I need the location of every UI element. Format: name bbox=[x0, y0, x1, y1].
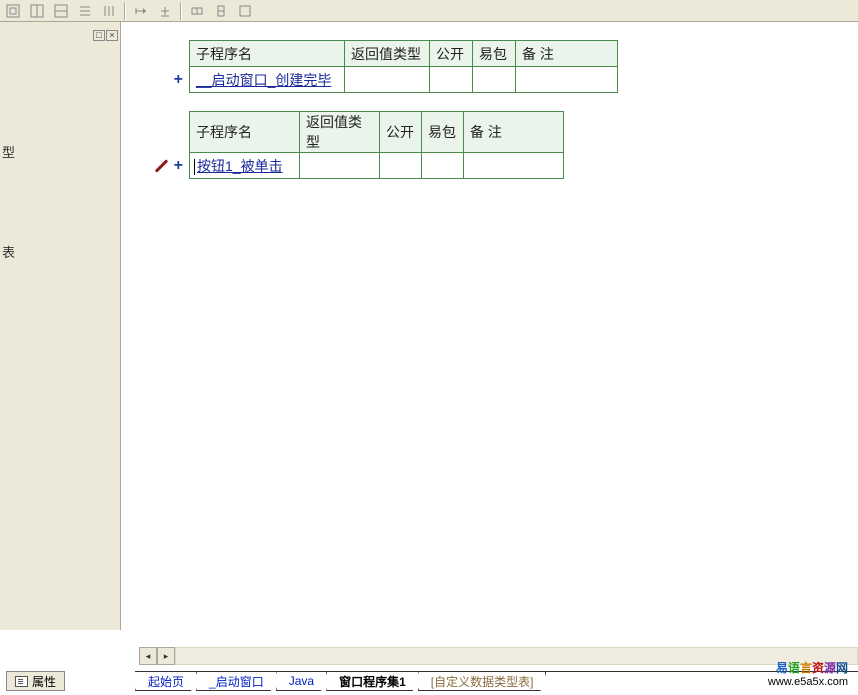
proc-table-1: 子程序名 返回值类型 公开 易包 备 注 __启动窗口_创建完毕 bbox=[189, 40, 618, 93]
tab-start[interactable]: 起始页 bbox=[135, 672, 197, 691]
proc-table-2: 子程序名 返回值类型 公开 易包 备 注 按钮1_被单击 bbox=[189, 111, 564, 179]
left-hint-2: 表 bbox=[2, 242, 15, 261]
toolbar-btn-1[interactable] bbox=[2, 1, 24, 21]
watermark-url: www.e5a5x.com bbox=[768, 675, 848, 689]
col-rettype: 返回值类型 bbox=[300, 112, 380, 153]
toolbar-separator-2 bbox=[180, 2, 182, 20]
cell-rettype[interactable] bbox=[300, 153, 380, 179]
col-public: 公开 bbox=[380, 112, 422, 153]
table-row[interactable]: 按钮1_被单击 bbox=[190, 153, 564, 179]
col-remark: 备 注 bbox=[516, 41, 618, 67]
col-remark: 备 注 bbox=[464, 112, 564, 153]
toolbar bbox=[0, 0, 858, 22]
toolbar-btn-6[interactable] bbox=[130, 1, 152, 21]
watermark: 易语言资源网 www.e5a5x.com bbox=[768, 661, 848, 689]
table-row[interactable]: __启动窗口_创建完毕 bbox=[190, 67, 618, 93]
watermark-text: 易语言资源网 bbox=[768, 661, 848, 675]
toolbar-btn-2[interactable] bbox=[26, 1, 48, 21]
toolbar-btn-8[interactable] bbox=[186, 1, 208, 21]
procedure-table-2: + 子程序名 返回值类型 公开 易包 备 注 按钮1_被单击 bbox=[139, 111, 858, 179]
tab-java[interactable]: Java bbox=[276, 672, 327, 691]
cell-ebag[interactable] bbox=[422, 153, 464, 179]
scroll-right-icon[interactable]: ▸ bbox=[157, 647, 175, 665]
row-icons-1: + bbox=[139, 67, 189, 93]
document-tabs: 起始页 _启动窗口 Java 窗口程序集1 [自定义数据类型表] bbox=[135, 671, 858, 691]
cell-ebag[interactable] bbox=[473, 67, 516, 93]
panel-close-icon[interactable]: × bbox=[106, 30, 118, 41]
property-label: 属性 bbox=[32, 673, 56, 690]
property-icon bbox=[15, 676, 28, 687]
col-name: 子程序名 bbox=[190, 41, 345, 67]
main-area: + 子程序名 返回值类型 公开 易包 备 注 __启动窗口_创建完毕 bbox=[121, 22, 858, 665]
left-panel: □ × 型 表 bbox=[0, 22, 121, 630]
toolbar-btn-9[interactable] bbox=[210, 1, 232, 21]
col-public: 公开 bbox=[430, 41, 473, 67]
procedure-table-1: + 子程序名 返回值类型 公开 易包 备 注 __启动窗口_创建完毕 bbox=[139, 40, 858, 93]
cell-remark[interactable] bbox=[464, 153, 564, 179]
table-header-row: 子程序名 返回值类型 公开 易包 备 注 bbox=[190, 112, 564, 153]
property-tab[interactable]: 属性 bbox=[6, 671, 65, 691]
col-ebag: 易包 bbox=[473, 41, 516, 67]
bottom-bar: 属性 起始页 _启动窗口 Java 窗口程序集1 [自定义数据类型表] 易语言资… bbox=[0, 665, 858, 695]
cell-public[interactable] bbox=[430, 67, 473, 93]
cell-rettype[interactable] bbox=[345, 67, 430, 93]
proc-name-link[interactable]: __启动窗口_创建完毕 bbox=[196, 72, 331, 88]
toolbar-btn-5[interactable] bbox=[98, 1, 120, 21]
expand-icon[interactable]: + bbox=[174, 157, 183, 175]
row-icons-2: + bbox=[139, 153, 189, 179]
horizontal-scrollbar[interactable]: ◂ ▸ bbox=[139, 647, 858, 665]
tab-startwindow[interactable]: _启动窗口 bbox=[196, 672, 277, 691]
toolbar-btn-4[interactable] bbox=[74, 1, 96, 21]
panel-title-controls: □ × bbox=[93, 30, 118, 41]
toolbar-separator bbox=[124, 2, 126, 20]
proc-name-cell[interactable]: 按钮1_被单击 bbox=[190, 153, 300, 179]
panel-dock-icon[interactable]: □ bbox=[93, 30, 105, 41]
proc-name-link[interactable]: 按钮1_被单击 bbox=[197, 158, 283, 174]
left-hint-1: 型 bbox=[2, 142, 15, 161]
col-ebag: 易包 bbox=[422, 112, 464, 153]
expand-icon[interactable]: + bbox=[174, 71, 183, 89]
cell-public[interactable] bbox=[380, 153, 422, 179]
text-cursor bbox=[194, 159, 195, 175]
cell-remark[interactable] bbox=[516, 67, 618, 93]
edit-icon bbox=[154, 158, 170, 174]
tab-window-module[interactable]: 窗口程序集1 bbox=[326, 672, 419, 691]
toolbar-btn-10[interactable] bbox=[234, 1, 256, 21]
scroll-left-icon[interactable]: ◂ bbox=[139, 647, 157, 665]
scroll-track[interactable] bbox=[175, 647, 858, 665]
toolbar-btn-7[interactable] bbox=[154, 1, 176, 21]
content-scroll[interactable]: + 子程序名 返回值类型 公开 易包 备 注 __启动窗口_创建完毕 bbox=[139, 22, 858, 645]
col-rettype: 返回值类型 bbox=[345, 41, 430, 67]
col-name: 子程序名 bbox=[190, 112, 300, 153]
toolbar-btn-3[interactable] bbox=[50, 1, 72, 21]
table-header-row: 子程序名 返回值类型 公开 易包 备 注 bbox=[190, 41, 618, 67]
tab-custom-types[interactable]: [自定义数据类型表] bbox=[418, 672, 547, 691]
